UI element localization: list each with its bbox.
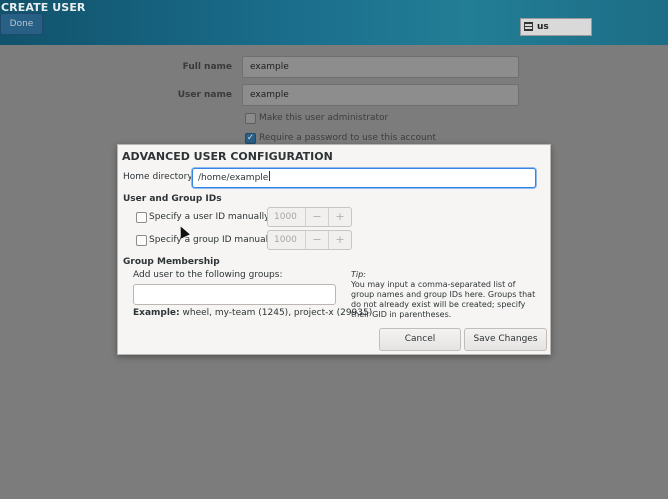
user-name-input[interactable]: example (242, 84, 519, 106)
groups-label: Add user to the following groups: (133, 270, 283, 280)
admin-checkbox-label: Make this user administrator (259, 113, 389, 123)
full-name-label: Full name (182, 62, 232, 72)
advanced-user-config-dialog: ADVANCED USER CONFIGURATION Home directo… (117, 144, 551, 355)
keyboard-layout-indicator[interactable]: us (520, 18, 592, 36)
dialog-title: ADVANCED USER CONFIGURATION (122, 150, 333, 163)
keyboard-icon (524, 22, 533, 31)
gid-spinbutton: 1000 − + (267, 230, 352, 250)
admin-checkbox[interactable] (245, 113, 256, 124)
text-caret (269, 171, 271, 181)
home-directory-label: Home directory: (123, 172, 196, 182)
specify-gid-label: Specify a group ID manually: (149, 235, 279, 245)
full-name-input[interactable]: example (242, 56, 519, 78)
uid-spinbutton: 1000 − + (267, 207, 352, 227)
cancel-button[interactable]: Cancel (379, 328, 461, 351)
done-button[interactable]: Done (0, 13, 43, 35)
home-directory-input[interactable]: /home/example (192, 168, 536, 188)
home-directory-value: /home/example (198, 173, 269, 183)
tip-title: Tip: (351, 270, 366, 279)
groups-example: Example: wheel, my-team (1245), project-… (133, 308, 372, 318)
top-header-bar: CREATE USER Done us (0, 0, 668, 45)
example-value: wheel, my-team (1245), project-x (29935) (182, 308, 373, 318)
password-checkbox[interactable]: ✓ (245, 133, 256, 144)
specify-uid-label: Specify a user ID manually: (149, 212, 272, 222)
gid-increment-button[interactable]: + (328, 231, 351, 249)
uid-increment-button[interactable]: + (328, 208, 351, 226)
membership-section-heading: Group Membership (123, 257, 220, 267)
specify-uid-checkbox[interactable] (136, 212, 147, 223)
ids-section-heading: User and Group IDs (123, 194, 222, 204)
groups-input[interactable] (133, 284, 336, 305)
user-name-label: User name (177, 90, 232, 100)
uid-decrement-button[interactable]: − (305, 208, 328, 226)
tip-text: You may input a comma-separated list of … (351, 280, 536, 319)
gid-decrement-button[interactable]: − (305, 231, 328, 249)
example-label: Example: (133, 308, 180, 318)
specify-gid-checkbox[interactable] (136, 235, 147, 246)
keyboard-layout-label: us (537, 22, 549, 32)
password-checkbox-label: Require a password to use this account (259, 133, 436, 143)
save-changes-button[interactable]: Save Changes (464, 328, 547, 351)
gid-value: 1000 (274, 235, 297, 245)
uid-value: 1000 (274, 212, 297, 222)
